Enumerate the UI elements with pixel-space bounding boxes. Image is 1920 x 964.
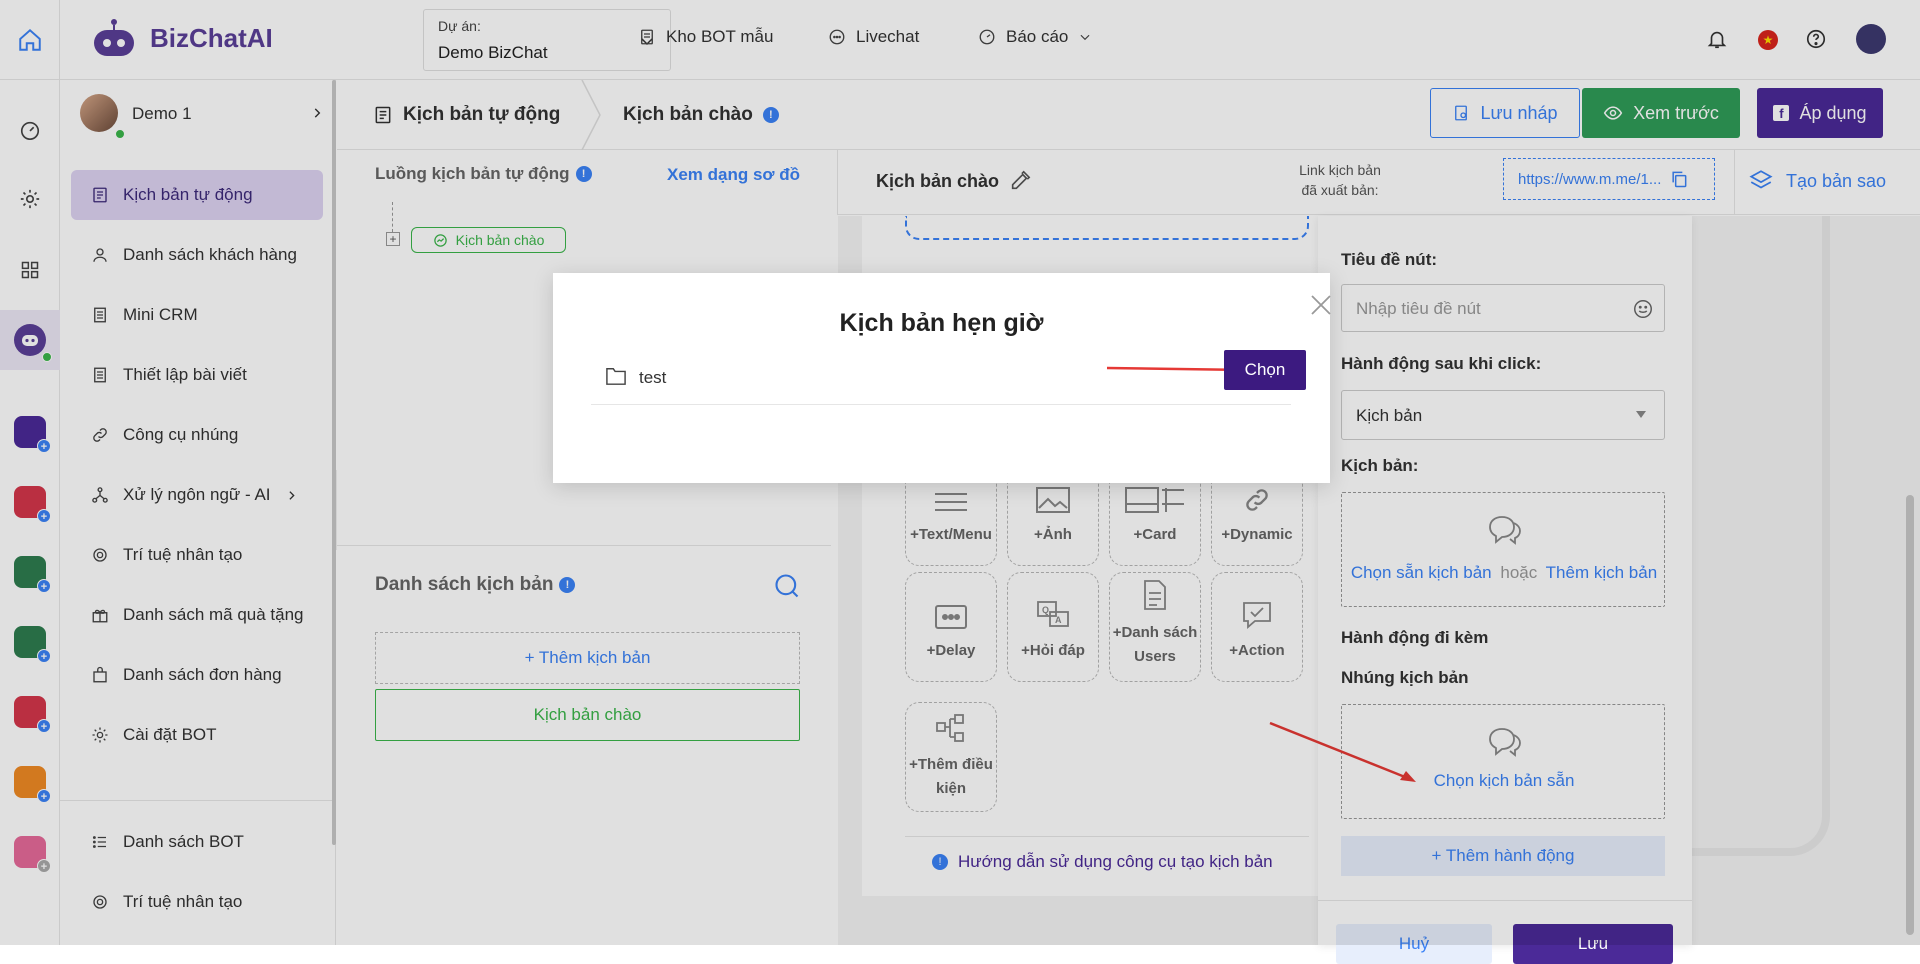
list-item-label: test	[639, 368, 667, 387]
folder-icon	[606, 368, 626, 385]
scheduled-script-modal: Kịch bản hẹn giờ test Chọn	[553, 273, 1333, 483]
list-item: test Chọn	[591, 350, 1306, 405]
close-icon[interactable]	[1309, 293, 1333, 317]
modal-title: Kịch bản hẹn giờ	[839, 309, 1044, 337]
choose-button[interactable]: Chọn	[1224, 350, 1306, 390]
